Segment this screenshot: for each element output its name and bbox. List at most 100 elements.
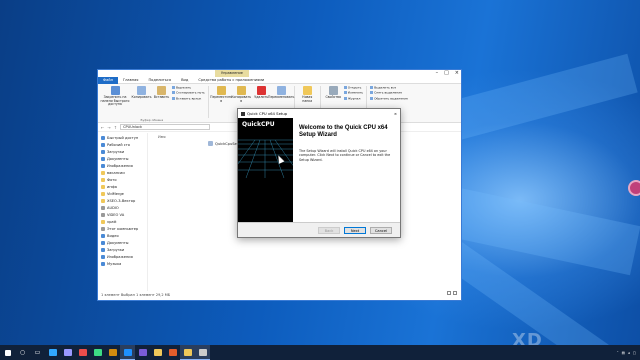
taskbar-app[interactable] <box>75 345 90 360</box>
tab-home[interactable]: Главная <box>118 77 144 84</box>
view-toggles <box>447 291 461 300</box>
tab-file[interactable]: Файл <box>98 76 118 84</box>
taskbar-app[interactable] <box>150 345 165 360</box>
network-icon[interactable]: ▤ <box>622 351 625 355</box>
invert-selection-button[interactable]: Обратить выделение <box>370 96 408 101</box>
nav-item-music[interactable]: Музыка <box>98 261 147 268</box>
nav-item-folder[interactable]: вакансии <box>98 170 147 177</box>
copy-path-button[interactable]: Скопировать путь <box>172 91 205 95</box>
ribbon-group-clipboard: Закрепить на панели быстрого доступа Коп… <box>99 86 205 123</box>
details-view-icon[interactable] <box>447 291 451 295</box>
minimize-icon[interactable]: – <box>436 70 439 77</box>
nav-item-folder[interactable]: XSEO-3-Вектор <box>98 198 147 205</box>
notification-icon[interactable]: ▢ <box>633 351 636 355</box>
new-folder-icon <box>302 86 312 95</box>
wizard-banner: QuickCPU <box>238 118 293 222</box>
move-to-button[interactable]: Переместить в <box>210 86 232 103</box>
nav-item-pictures[interactable]: Изображения <box>98 163 147 170</box>
open-button[interactable]: Открыть <box>344 86 363 90</box>
taskbar-app[interactable] <box>45 345 60 360</box>
select-none-button[interactable]: Снять выделение <box>370 91 408 95</box>
paste-shortcut-button[interactable]: Вставить ярлык <box>172 96 205 101</box>
task-view-icon[interactable]: ▭ <box>30 345 45 360</box>
nav-item-folder[interactable]: vpatt <box>98 219 147 226</box>
chevron-up-icon[interactable]: ˄ <box>617 351 619 355</box>
close-icon[interactable]: × <box>394 111 397 116</box>
properties-icon <box>328 86 338 95</box>
nav-item-documents[interactable]: Документы <box>98 240 147 247</box>
select-all-button[interactable]: Выделить все <box>370 86 408 90</box>
context-tab-manage[interactable]: Управление <box>215 70 249 77</box>
nav-item-downloads[interactable]: Загрузки <box>98 247 147 254</box>
system-tray: ˄ ▤ ◂ ▢ <box>617 345 636 360</box>
nav-item-videos[interactable]: Видео <box>98 233 147 240</box>
cut-button[interactable]: Вырезать <box>172 86 205 90</box>
history-button[interactable]: Журнал <box>344 96 363 101</box>
nav-item-pictures[interactable]: Изображения <box>98 254 147 261</box>
back-button[interactable]: Back <box>318 227 340 234</box>
wizard-description: The Setup Wizard will install Quick CPU … <box>299 149 391 162</box>
paste-button[interactable]: Вставить <box>152 86 171 100</box>
maximize-icon[interactable]: □ <box>444 70 449 77</box>
taskbar-app[interactable] <box>105 345 120 360</box>
tab-view[interactable]: Вид <box>176 77 193 84</box>
up-arrow-icon[interactable]: ↑ <box>114 125 117 130</box>
nav-item-this-pc[interactable]: Этот компьютер <box>98 226 147 233</box>
new-folder-button[interactable]: Новая папка <box>298 86 317 103</box>
back-arrow-icon[interactable]: ← <box>101 125 104 130</box>
nav-item-folder[interactable]: VidMerge <box>98 191 147 198</box>
status-text: 1 элемент Выбран 1 элемент 29,2 МБ <box>101 293 171 297</box>
close-icon[interactable]: × <box>455 70 459 77</box>
ribbon-tabs: Файл Главная Поделиться Вид Средства раб… <box>98 76 461 84</box>
volume-icon[interactable]: ◂ <box>628 351 630 355</box>
taskbar-app[interactable] <box>60 345 75 360</box>
pin-button[interactable]: Закрепить на панели быстрого доступа <box>99 86 131 107</box>
app-icon <box>153 349 162 356</box>
dialog-title: Quick CPU x64 Setup <box>247 111 288 116</box>
delete-icon <box>256 86 266 95</box>
rename-icon <box>276 86 286 95</box>
wizard-text: Welcome to the Quick CPU x64 Setup Wizar… <box>299 125 397 162</box>
taskbar-installer[interactable] <box>195 345 210 360</box>
group-label: Буфер обмена <box>140 118 164 122</box>
cancel-button[interactable]: Cancel <box>370 227 392 234</box>
rename-button[interactable]: Переименовать <box>268 86 294 100</box>
recording-handle-icon[interactable] <box>628 180 640 196</box>
edit-button[interactable]: Изменить <box>344 91 363 95</box>
forward-arrow-icon[interactable]: → <box>107 125 110 130</box>
taskbar-app[interactable] <box>135 345 150 360</box>
tab-share[interactable]: Поделиться <box>143 77 176 84</box>
tiles-view-icon[interactable] <box>453 291 457 295</box>
taskbar: ○ ▭ ˄ ▤ ◂ ▢ <box>0 345 640 360</box>
taskbar-app[interactable] <box>165 345 180 360</box>
taskbar-explorer[interactable] <box>180 345 195 360</box>
divider <box>207 86 209 118</box>
installer-icon <box>241 112 245 116</box>
address-input[interactable]: CPUUnlock <box>120 124 211 130</box>
taskbar-app[interactable] <box>90 345 105 360</box>
taskbar-app[interactable] <box>120 345 135 360</box>
app-icon <box>63 349 72 356</box>
tab-app-tools[interactable]: Средства работы с приложениями <box>193 77 269 84</box>
properties-button[interactable]: Свойства <box>324 86 343 100</box>
nav-item-desktop[interactable]: Рабочий сто <box>98 142 147 149</box>
start-button[interactable] <box>0 345 15 360</box>
copy-to-button[interactable]: Копировать в <box>231 86 251 103</box>
next-button[interactable]: Next <box>344 227 366 234</box>
app-icon <box>138 349 147 356</box>
nav-item-drive[interactable]: AUDIO <box>98 205 147 212</box>
installer-icon <box>198 348 207 356</box>
nav-item-quick-access[interactable]: Быстрый доступ <box>98 135 147 142</box>
navigation-pane: Быстрый доступ Рабочий сто Загрузки Доку… <box>98 133 148 291</box>
clipboard-small-actions: Вырезать Скопировать путь Вставить ярлык <box>172 86 205 101</box>
title-bar: Управление – □ × <box>98 70 461 77</box>
app-icon <box>123 348 132 356</box>
nav-item-documents[interactable]: Документы <box>98 156 147 163</box>
search-icon[interactable]: ○ <box>15 345 30 360</box>
nav-item-downloads[interactable]: Загрузки <box>98 149 147 156</box>
copy-button[interactable]: Копировать <box>132 86 151 100</box>
column-header-name[interactable]: Имя <box>158 135 166 139</box>
nav-item-folder[interactable]: инфа <box>98 184 147 191</box>
nav-item-folder[interactable]: Фото <box>98 177 147 184</box>
nav-item-drive[interactable]: VIDEO VA <box>98 212 147 219</box>
